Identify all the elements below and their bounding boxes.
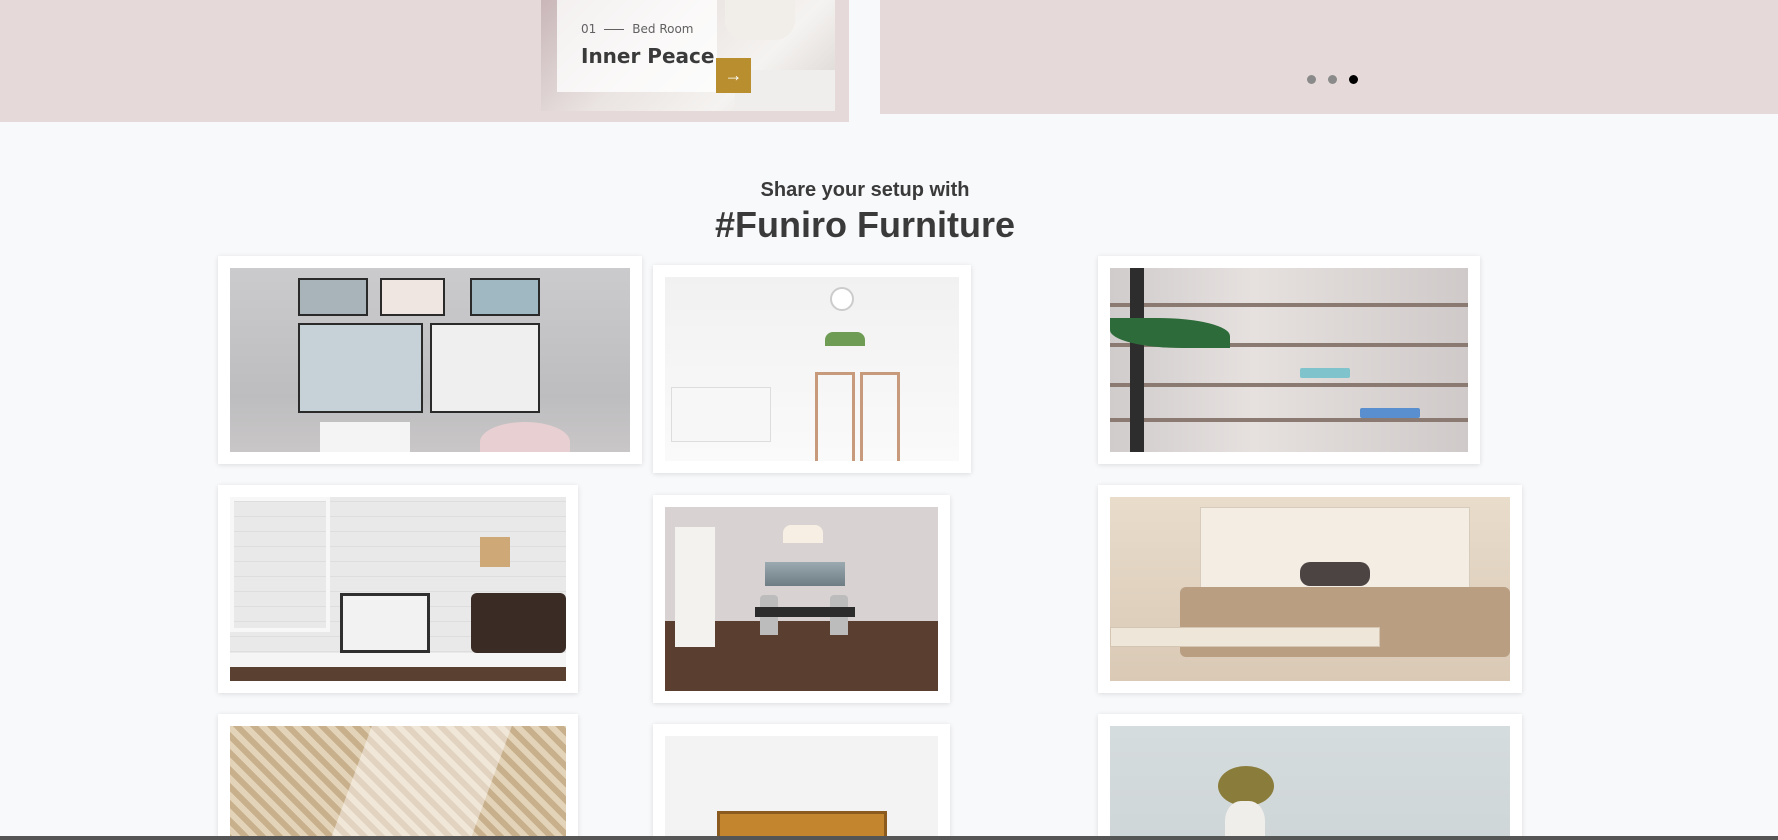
gallery-tile-3[interactable]	[1098, 256, 1480, 464]
slide-category: Bed Room	[632, 22, 694, 36]
arrow-right-icon: →	[724, 65, 743, 85]
gallery-tile-2[interactable]	[653, 265, 971, 473]
woven-texture-photo	[230, 726, 566, 840]
laptop-screen	[343, 596, 427, 650]
white-dining-room-photo	[665, 277, 959, 461]
laptop	[340, 593, 430, 653]
photo-frame	[298, 323, 423, 413]
desk-legs	[230, 667, 566, 681]
wall-clock	[830, 287, 854, 311]
slide-card[interactable]: 01 Bed Room Inner Peace →	[541, 0, 835, 111]
pillow	[480, 422, 570, 452]
share-subtitle: Share your setup with	[760, 179, 970, 201]
gallery-tile-7[interactable]	[218, 714, 578, 840]
flowers	[1218, 766, 1274, 806]
gallery-tile-4[interactable]	[218, 485, 578, 693]
shelf-rail	[1110, 303, 1468, 307]
shelf-rail	[1110, 418, 1468, 422]
gallery-tile-5[interactable]	[653, 495, 950, 703]
vase-photo	[1110, 726, 1510, 840]
shelf-item	[1360, 408, 1420, 418]
wall-note	[480, 537, 510, 567]
slide-info-box: 01 Bed Room Inner Peace	[557, 0, 717, 92]
plant	[825, 332, 865, 346]
dining-room-photo	[665, 507, 938, 691]
hero-banner-left: 01 Bed Room Inner Peace →	[0, 0, 849, 122]
slide-arrow-button[interactable]: →	[716, 58, 751, 93]
carousel-dot-2[interactable]	[1328, 75, 1337, 84]
window	[675, 527, 715, 647]
shelf-rail	[1110, 383, 1468, 387]
radio	[471, 593, 566, 653]
dresser	[671, 387, 771, 442]
gallery-tile-1[interactable]	[218, 256, 642, 464]
slide-number: 01	[581, 22, 597, 36]
desk-laptop-photo	[230, 497, 566, 681]
gallery-tile-8[interactable]	[653, 724, 950, 840]
carousel-dots	[1307, 75, 1358, 84]
slide-meta: 01 Bed Room	[581, 22, 717, 36]
chair	[860, 372, 900, 461]
pendant-lamp	[783, 525, 823, 543]
wall-frames-photo	[230, 268, 630, 452]
share-title: #Funiro Furniture	[715, 204, 1015, 245]
hero-banner-right	[880, 0, 1778, 114]
photo-frame	[380, 278, 445, 316]
cabinet-photo	[665, 736, 938, 840]
shelf-item	[1300, 368, 1350, 378]
light-patch	[328, 726, 512, 840]
shelf-post	[1130, 268, 1144, 452]
photo-frame	[470, 278, 540, 316]
shelves-photo	[1110, 268, 1468, 452]
chair	[815, 372, 855, 461]
photo-frame	[430, 323, 540, 413]
gallery-tile-9[interactable]	[1098, 714, 1522, 840]
dining-table	[755, 607, 855, 617]
slide-meta-divider	[604, 28, 625, 30]
slide-title: Inner Peace	[581, 44, 715, 68]
vase	[1225, 801, 1265, 840]
gallery-tile-6[interactable]	[1098, 485, 1522, 693]
slide-image-decor	[725, 0, 795, 40]
pillow	[1300, 562, 1370, 586]
horizontal-scrollbar[interactable]	[0, 836, 1778, 840]
side-table	[320, 422, 410, 452]
photo-frame	[298, 278, 368, 316]
wall-art	[765, 562, 845, 586]
bench	[1110, 627, 1380, 647]
carousel-dot-1[interactable]	[1307, 75, 1316, 84]
picture-frame	[230, 497, 330, 632]
carousel-dot-3[interactable]	[1349, 75, 1358, 84]
desk-top	[230, 653, 566, 667]
bedroom-photo	[1110, 497, 1510, 681]
